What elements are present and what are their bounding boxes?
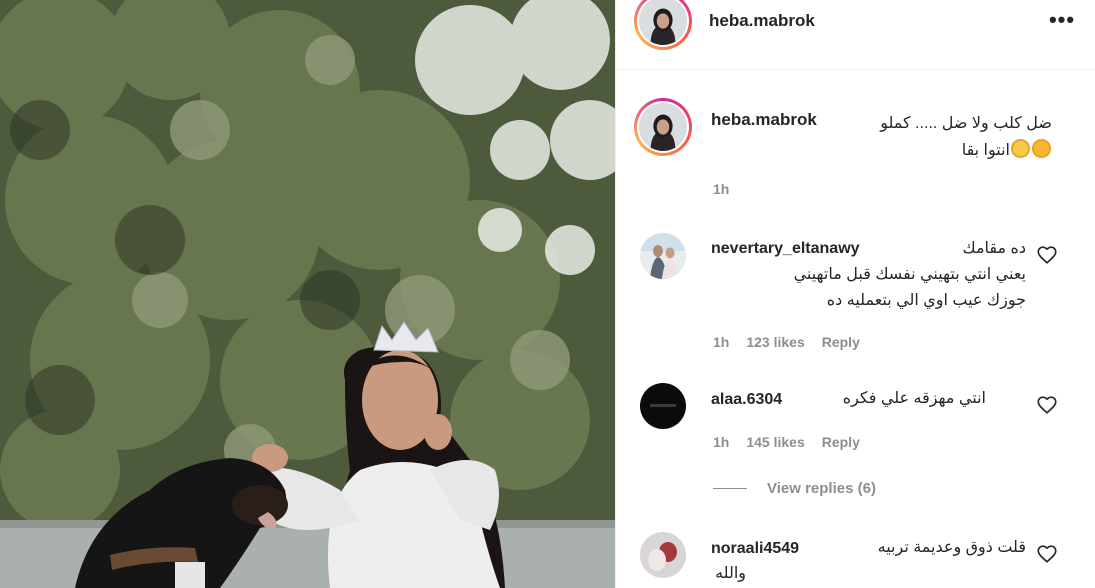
comment-meta: 1h 123 likes Reply xyxy=(713,334,860,350)
avatar-image xyxy=(639,0,687,45)
avatar-image xyxy=(639,103,687,151)
caption-avatar[interactable] xyxy=(634,98,692,156)
post-photo[interactable] xyxy=(0,0,615,588)
caption-time[interactable]: 1h xyxy=(713,181,729,197)
avatar[interactable] xyxy=(634,0,692,50)
caption-line-2: انتوا بقا xyxy=(816,137,1052,164)
comment-text-line: انتي مهزقه علي فكره xyxy=(842,390,986,407)
caption-line-2-text: انتوا بقا xyxy=(961,142,1010,159)
comment-likes[interactable]: 123 likes xyxy=(746,334,804,350)
comment-text: قلت ذوق وعديمة تربيه xyxy=(776,535,1026,561)
comment-text: ده مقامك xyxy=(886,236,1026,262)
reply-button[interactable]: Reply xyxy=(822,334,860,350)
comment-avatar[interactable] xyxy=(640,233,686,279)
comment-meta: 1h 145 likes Reply xyxy=(713,434,860,450)
view-replies-button[interactable]: View replies (6) xyxy=(713,480,876,497)
reply-button[interactable]: Reply xyxy=(822,434,860,450)
comment-time[interactable]: 1h xyxy=(713,334,729,350)
heart-icon[interactable] xyxy=(1036,244,1058,266)
comment-avatar-image xyxy=(640,383,686,429)
comment-username[interactable]: nevertary_eltanawy xyxy=(711,240,860,258)
caption-text: ضل كلب ولا ضل ..... كملو انتوا بقا xyxy=(816,110,1052,164)
comment-time[interactable]: 1h xyxy=(713,434,729,450)
divider-line xyxy=(713,488,747,489)
comment-text-line: والله xyxy=(715,565,746,582)
post-photo-illustration xyxy=(0,0,615,588)
caption-line-1: ضل كلب ولا ضل ..... كملو xyxy=(880,115,1052,132)
comment-avatar-image xyxy=(640,532,686,578)
comment-username[interactable]: alaa.6304 xyxy=(711,391,782,409)
comment-avatar[interactable] xyxy=(640,383,686,429)
comment-text: يعني انتي بتهيني نفسك قبل ماتهيني جوزك ع… xyxy=(706,262,1026,314)
comments-panel: heba.mabrok ••• heba.mabrok ضل كلب ولا ض… xyxy=(615,0,1095,588)
post-username[interactable]: heba.mabrok xyxy=(709,11,815,31)
comment-text-line: ده مقامك xyxy=(962,240,1026,257)
caption-username[interactable]: heba.mabrok xyxy=(711,110,817,130)
more-horizontal-icon[interactable]: ••• xyxy=(1046,4,1078,36)
view-replies-label: View replies (6) xyxy=(767,480,876,497)
comment-text-line: يعني انتي بتهيني نفسك قبل ماتهيني xyxy=(793,266,1026,283)
heart-icon[interactable] xyxy=(1036,394,1058,416)
comment-likes[interactable]: 145 likes xyxy=(746,434,804,450)
comment-avatar-image xyxy=(640,233,686,279)
comment-text-line: قلت ذوق وعديمة تربيه xyxy=(877,539,1026,556)
post-header: heba.mabrok ••• xyxy=(616,0,1095,70)
comment-avatar[interactable] xyxy=(640,532,686,578)
comment-text: والله xyxy=(696,561,746,587)
comment-text-line: جوزك عيب اوي الي بتعمليه ده xyxy=(826,292,1026,309)
comment-text: انتي مهزقه علي فكره xyxy=(826,386,986,412)
heart-icon[interactable] xyxy=(1036,543,1058,565)
grimacing-emoji-icon xyxy=(1011,139,1030,158)
heart-eyes-emoji-icon xyxy=(1032,139,1051,158)
